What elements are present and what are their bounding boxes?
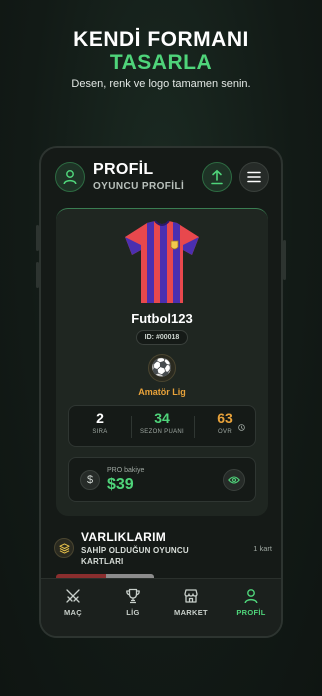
tab-profile-label: PROFİL: [236, 608, 266, 617]
phone-side-button: [283, 240, 286, 280]
jersey-image[interactable]: [123, 219, 201, 305]
tab-market-label: MARKET: [174, 608, 208, 617]
stat-ovr-label: OVR: [218, 429, 232, 435]
promo-title-line1: KENDİ FORMANI: [73, 28, 249, 51]
menu-icon: [247, 171, 261, 183]
user-icon: [63, 170, 77, 185]
stat-ovr: 63 OVR: [194, 410, 256, 435]
upload-button[interactable]: [202, 162, 232, 192]
balance-value: $39: [107, 476, 134, 493]
balance-panel: $ PRO bakiye $39: [68, 457, 256, 502]
assets-subtitle: SAHİP OLDUĞUN OYUNCU KARTLARI: [81, 546, 189, 566]
avatar[interactable]: [55, 162, 85, 192]
stat-season-points: 34 SEZON PUANI: [131, 410, 193, 435]
assets-title: VARLIKLARIM: [81, 530, 167, 544]
stat-ovr-value: 63: [194, 410, 256, 431]
trophy-icon: [126, 588, 140, 604]
promo-title-line2: TASARLA: [109, 51, 213, 74]
tab-league[interactable]: LİG: [103, 588, 163, 617]
stat-rank-label: SIRA: [92, 429, 108, 435]
tab-league-label: LİG: [126, 608, 140, 617]
promo-header: KENDİ FORMANI TASARLA Desen, renk ve log…: [0, 28, 322, 90]
promo-subtitle: Desen, renk ve logo tamamen senin.: [71, 78, 251, 90]
swords-icon: [66, 589, 80, 603]
profile-card: Futbol123 ID: #00018 ⚽ Amatör Lig 2 SIRA…: [56, 208, 268, 516]
stats-panel: 2 SIRA 34 SEZON PUANI 63 OVR: [68, 405, 256, 447]
profile-header: PROFİL OYUNCU PROFİLİ: [41, 148, 281, 204]
tab-match[interactable]: MAÇ: [43, 588, 103, 617]
assets-count: 1 kart: [253, 544, 272, 553]
assets-section[interactable]: VARLIKLARIM SAHİP OLDUĞUN OYUNCU KARTLAR…: [54, 530, 272, 580]
tab-profile[interactable]: PROFİL: [221, 588, 281, 617]
toggle-balance-visibility-button[interactable]: [223, 469, 245, 491]
user-icon: [244, 589, 258, 604]
tab-match-label: MAÇ: [64, 608, 82, 617]
soccer-ball-icon: ⚽: [148, 354, 176, 382]
dollar-icon: $: [80, 470, 100, 490]
stat-rank: 2 SIRA: [69, 410, 131, 435]
menu-button[interactable]: [239, 162, 269, 192]
page-subtitle: OYUNCU PROFİLİ: [93, 181, 185, 192]
store-icon: [184, 589, 198, 603]
stat-rank-value: 2: [96, 410, 104, 426]
phone-frame: PROFİL OYUNCU PROFİLİ Futbol123 ID: #000…: [39, 146, 283, 638]
eye-icon: [228, 476, 240, 484]
username: Futbol123: [131, 311, 193, 326]
info-icon[interactable]: [238, 424, 245, 431]
stat-season-points-label: SEZON PUANI: [140, 429, 184, 435]
layers-icon: [54, 538, 74, 558]
stat-season-points-value: 34: [154, 410, 170, 426]
player-id-badge: ID: #00018: [136, 330, 188, 345]
stat-ovr-number: 63: [217, 410, 233, 426]
balance-label: PRO bakiye: [107, 467, 145, 474]
tab-market[interactable]: MARKET: [161, 588, 221, 617]
page-title: PROFİL: [93, 161, 154, 178]
league-label: Amatör Lig: [138, 387, 186, 397]
upload-icon: [211, 169, 223, 185]
bottom-tab-bar: MAÇ LİG MARKET PROFİL: [41, 578, 281, 636]
